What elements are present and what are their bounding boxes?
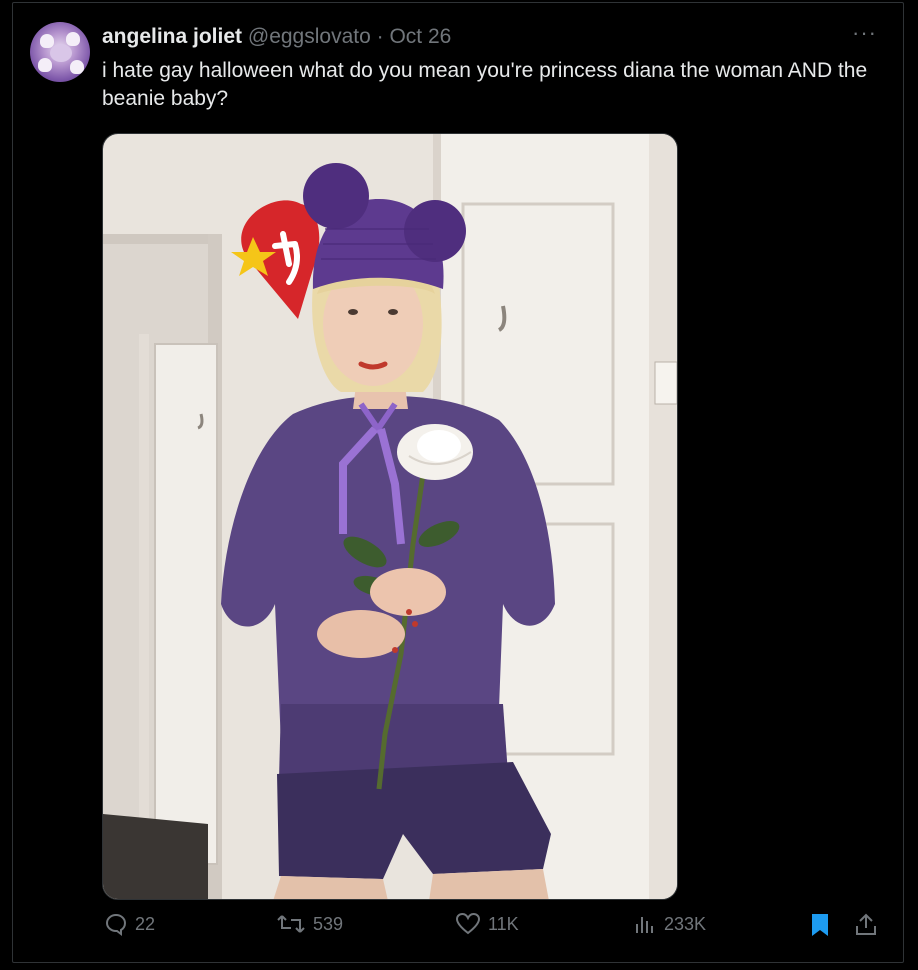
retweet-icon: [277, 915, 305, 933]
tweet-header: angelina joliet @eggslovato · Oct 26: [102, 24, 451, 50]
reply-button[interactable]: 22: [104, 912, 155, 936]
avatar-ghost-decoration: [70, 60, 84, 74]
header-separator: ·: [376, 25, 384, 48]
tweet-photo[interactable]: [102, 133, 678, 900]
tweet-actions-bar: 22 539 11K 233K: [0, 912, 918, 956]
avatar-ghost-decoration: [40, 34, 54, 48]
photo-illustration: [103, 134, 677, 899]
view-count: 233K: [664, 913, 707, 934]
avatar[interactable]: [30, 22, 90, 82]
bookmark-button[interactable]: [808, 912, 832, 938]
like-count: 11K: [488, 913, 519, 934]
share-icon: [856, 913, 876, 935]
avatar-ghost-decoration: [66, 32, 80, 46]
like-button[interactable]: 11K: [455, 912, 519, 936]
views-button[interactable]: 233K: [633, 912, 706, 936]
bookmark-icon: [812, 914, 828, 936]
author-handle[interactable]: @eggslovato: [248, 25, 371, 48]
tweet-date[interactable]: Oct 26: [389, 25, 451, 48]
author-name[interactable]: angelina joliet: [102, 25, 242, 48]
reply-icon: [105, 913, 127, 936]
heart-icon: [455, 912, 481, 935]
more-icon[interactable]: ···: [852, 20, 877, 46]
reply-count: 22: [135, 913, 156, 934]
avatar-ghost-decoration: [38, 58, 52, 72]
retweet-button[interactable]: 539: [276, 912, 343, 936]
retweet-count: 539: [313, 913, 344, 934]
share-button[interactable]: [854, 912, 878, 938]
avatar-cat-face: [50, 44, 72, 62]
views-chart-icon: [636, 917, 653, 933]
tweet-text: i hate gay halloween what do you mean yo…: [102, 59, 868, 110]
